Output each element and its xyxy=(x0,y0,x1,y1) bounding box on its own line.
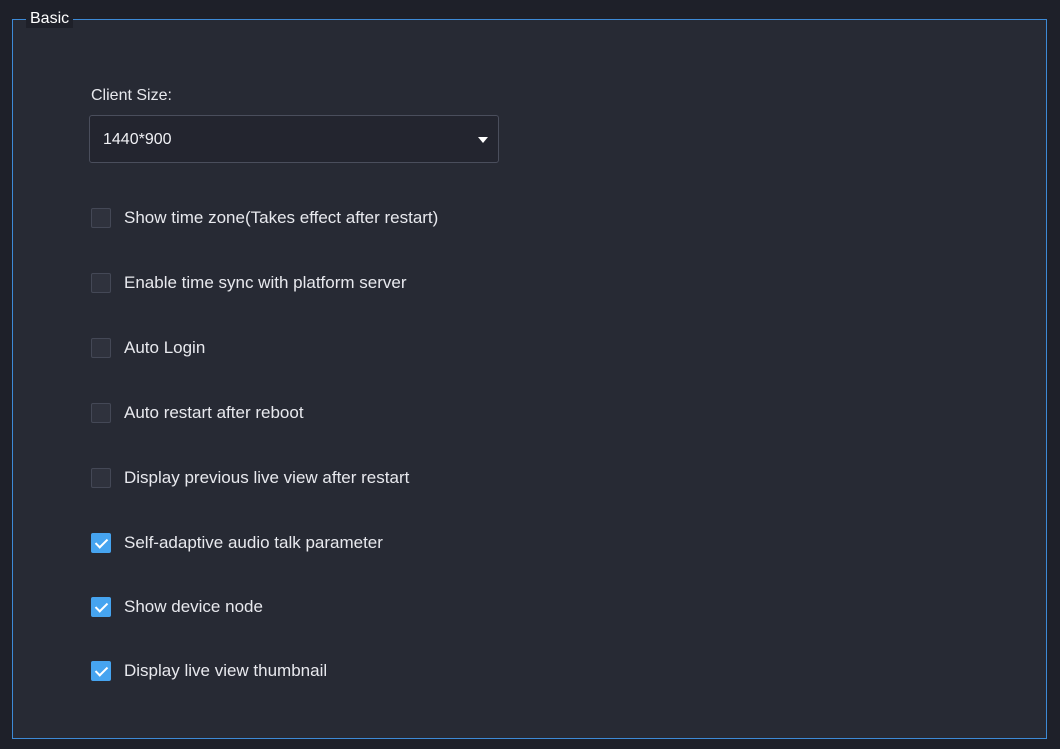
checkmark-icon xyxy=(94,599,109,613)
option-label: Show device node xyxy=(124,597,263,616)
checkbox[interactable] xyxy=(91,208,111,228)
checkmark-icon xyxy=(94,663,109,677)
option-label: Auto Login xyxy=(124,338,206,357)
option-live-view-thumbnail[interactable]: Display live view thumbnail xyxy=(91,660,327,682)
settings-page: Basic Client Size: 1440*900 Show time zo… xyxy=(0,0,1060,749)
client-size-dropdown[interactable]: 1440*900 xyxy=(89,115,499,163)
checkbox[interactable] xyxy=(91,597,111,617)
checkbox[interactable] xyxy=(91,468,111,488)
client-size-label: Client Size: xyxy=(91,87,172,104)
option-auto-login[interactable]: Auto Login xyxy=(91,337,205,359)
option-label: Auto restart after reboot xyxy=(124,403,304,422)
option-label: Display live view thumbnail xyxy=(124,661,328,680)
client-size-value: 1440*900 xyxy=(103,131,172,148)
option-label: Display previous live view after restart xyxy=(124,468,410,487)
option-device-node[interactable]: Show device node xyxy=(91,596,263,618)
option-time-sync[interactable]: Enable time sync with platform server xyxy=(91,272,407,294)
section-title: Basic xyxy=(26,10,74,28)
checkbox[interactable] xyxy=(91,273,111,293)
option-audio-talk[interactable]: Self-adaptive audio talk parameter xyxy=(91,532,383,554)
option-auto-restart[interactable]: Auto restart after reboot xyxy=(91,402,304,424)
option-label: Enable time sync with platform server xyxy=(124,273,407,292)
option-show-time-zone[interactable]: Show time zone(Takes effect after restar… xyxy=(91,207,438,229)
option-label: Show time zone(Takes effect after restar… xyxy=(124,208,439,227)
caret-down-icon xyxy=(478,137,488,143)
checkbox[interactable] xyxy=(91,661,111,681)
option-label: Self-adaptive audio talk parameter xyxy=(124,533,383,552)
checkbox[interactable] xyxy=(91,338,111,358)
checkmark-icon xyxy=(94,535,109,549)
option-previous-live-view[interactable]: Display previous live view after restart xyxy=(91,467,409,489)
checkbox[interactable] xyxy=(91,533,111,553)
checkbox[interactable] xyxy=(91,403,111,423)
